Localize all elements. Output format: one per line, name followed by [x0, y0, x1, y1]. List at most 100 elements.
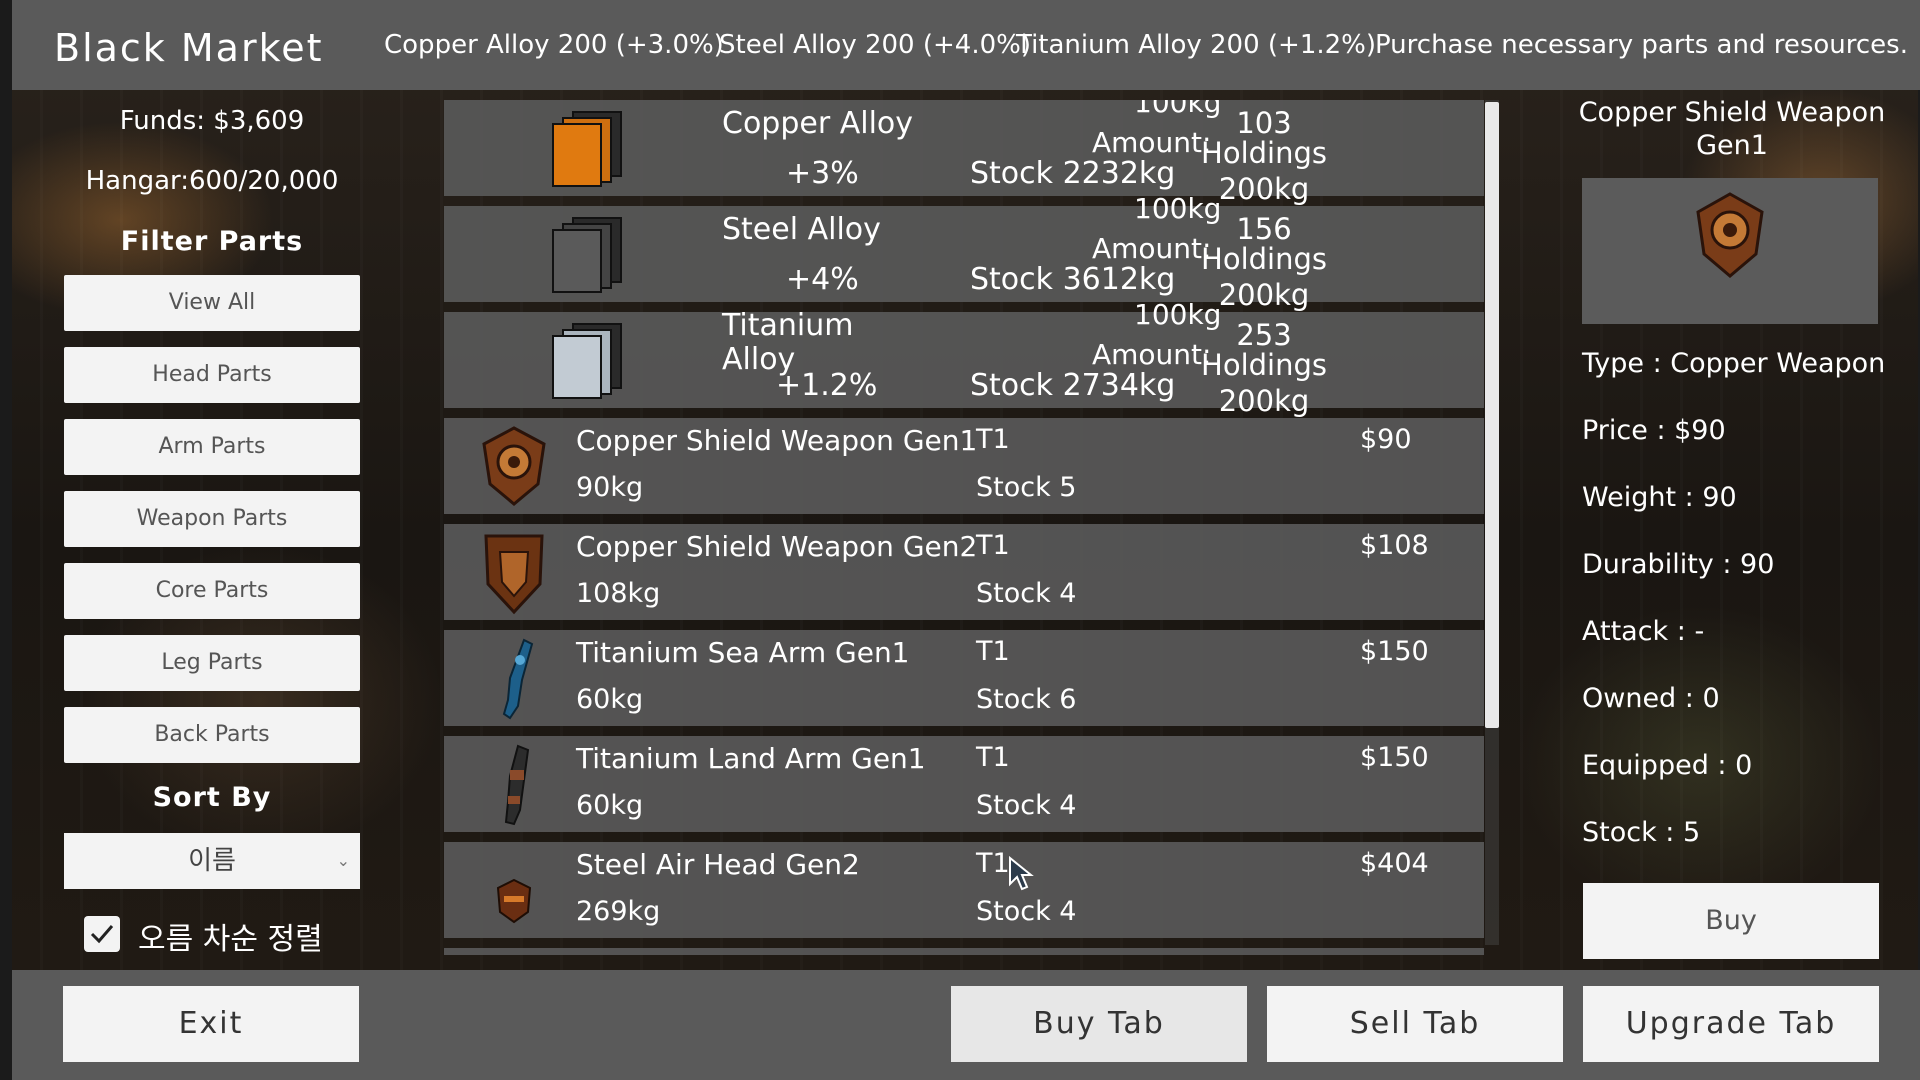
alloy-holdings-value: 253 — [1236, 318, 1292, 352]
market-item-list[interactable]: Copper Alloy +3% 100kg Amount: Stock 223… — [444, 100, 1486, 955]
list-scrollbar-thumb[interactable] — [1485, 102, 1499, 728]
hangar-capacity: Hangar:600/20,000 — [85, 166, 339, 196]
exit-button[interactable]: Exit — [63, 986, 359, 1062]
alloy-holdings-value: 103 — [1236, 106, 1292, 140]
steel-alloy-price-info: Steel Alloy 200 (+4.0%) — [719, 30, 1031, 60]
alloy-holdings-label: Holdings — [1201, 242, 1327, 276]
part-stock: Stock 6 — [976, 684, 1077, 715]
filter-heading: Filter Parts — [120, 226, 304, 257]
tab-sell[interactable]: Sell Tab — [1267, 986, 1563, 1062]
filter-core-parts-button[interactable]: Core Parts — [64, 563, 360, 619]
selected-item-title: Copper Shield Weapon Gen1 — [1578, 97, 1886, 161]
filter-leg-parts-button[interactable]: Leg Parts — [64, 635, 360, 691]
sea-arm-icon — [502, 638, 534, 720]
part-price: $90 — [1360, 424, 1412, 455]
part-row-titanium-sea-arm-gen1[interactable]: Titanium Sea Arm Gen1 60kg T1 Stock 6 $1… — [444, 630, 1484, 726]
funds-display: Funds: $3,609 — [119, 106, 305, 136]
part-price: $150 — [1360, 742, 1429, 773]
part-tier: T1 — [976, 742, 1010, 773]
bottom-bar: Exit Buy Tab Sell Tab Upgrade Tab — [12, 970, 1920, 1080]
alloy-bonus: +4% — [786, 262, 859, 297]
chevron-down-icon: ⌄ — [336, 851, 350, 870]
alloy-row-copper[interactable]: Copper Alloy +3% 100kg Amount: Stock 223… — [444, 100, 1484, 206]
selected-item-preview — [1582, 178, 1878, 324]
part-row-steel-air-head-gen2[interactable]: Steel Air Head Gen2 269kg T1 Stock 4 $40… — [444, 842, 1484, 938]
ascending-checkbox-label: 오름 차순 정렬 — [138, 922, 323, 957]
alloy-bonus: +1.2% — [776, 368, 878, 403]
filter-back-parts-button[interactable]: Back Parts — [64, 707, 360, 763]
part-price: $108 — [1360, 530, 1429, 561]
detail-attack: Attack : - — [1582, 616, 1705, 647]
detail-stock: Stock : 5 — [1582, 817, 1701, 848]
alloy-name: Copper Alloy — [722, 106, 914, 141]
part-name: Copper Shield Weapon Gen2 — [576, 530, 978, 563]
buy-button[interactable]: Buy — [1583, 883, 1879, 959]
filter-arm-parts-button[interactable]: Arm Parts — [64, 419, 360, 475]
header-tagline: Purchase necessary parts and resources. — [1374, 30, 1908, 60]
part-tier: T1 — [976, 848, 1010, 879]
part-weight: 90kg — [576, 472, 644, 503]
part-name: Titanium Sea Arm Gen1 — [576, 636, 910, 669]
sort-dropdown[interactable]: 이름 ⌄ — [64, 833, 360, 889]
air-head-icon — [496, 878, 532, 924]
part-stock: Stock 4 — [976, 790, 1077, 821]
copper-alloy-price-info: Copper Alloy 200 (+3.0%) — [384, 30, 724, 60]
alloy-holdings-weight: 200kg — [1218, 384, 1310, 418]
part-name: Steel Air Head Gen2 — [576, 848, 860, 881]
copper-alloy-sheets-icon — [552, 111, 622, 187]
detail-equipped: Equipped : 0 — [1582, 750, 1753, 781]
copper-shield-gen2-icon — [484, 534, 544, 615]
part-name: Copper Shield Weapon Gen1 — [576, 424, 978, 457]
window-frame-left — [0, 0, 12, 1080]
tab-upgrade[interactable]: Upgrade Tab — [1583, 986, 1879, 1062]
sort-dropdown-value: 이름 — [188, 846, 236, 876]
part-weight: 60kg — [576, 684, 644, 715]
detail-type: Type : Copper Weapon — [1582, 348, 1886, 379]
titanium-alloy-sheets-icon — [552, 323, 622, 399]
alloy-stock: Stock 2734kg — [970, 368, 1176, 403]
tab-buy[interactable]: Buy Tab — [951, 986, 1247, 1062]
detail-weight: Weight : 90 — [1582, 482, 1737, 513]
alloy-holdings-label: Holdings — [1201, 348, 1327, 382]
alloy-name-line1: Titanium — [722, 308, 854, 343]
part-weight: 108kg — [576, 578, 661, 609]
mouse-cursor-icon — [1009, 856, 1034, 891]
ascending-checkbox[interactable] — [84, 916, 120, 952]
detail-durability: Durability : 90 — [1582, 549, 1775, 580]
alloy-row-titanium[interactable]: Titanium Alloy +1.2% 100kg Amount: Stock… — [444, 298, 1484, 418]
part-row-copper-shield-gen1[interactable]: Copper Shield Weapon Gen1 90kg T1 Stock … — [444, 418, 1484, 514]
part-tier: T1 — [976, 636, 1010, 667]
alloy-row-steel[interactable]: Steel Alloy +4% 100kg Amount: Stock 3612… — [444, 192, 1484, 312]
detail-owned: Owned : 0 — [1582, 683, 1720, 714]
sort-heading: Sort By — [152, 782, 272, 813]
filter-view-all-button[interactable]: View All — [64, 275, 360, 331]
steel-alloy-sheets-icon — [552, 217, 622, 293]
header-bar: Black Market Copper Alloy 200 (+3.0%) St… — [12, 0, 1920, 90]
filter-weapon-parts-button[interactable]: Weapon Parts — [64, 491, 360, 547]
alloy-name: Steel Alloy — [722, 212, 881, 247]
part-row-copper-shield-gen2[interactable]: Copper Shield Weapon Gen2 108kg T1 Stock… — [444, 524, 1484, 620]
filter-sidebar: Funds: $3,609 Hangar:600/20,000 Filter P… — [12, 90, 442, 970]
item-detail-panel: Copper Shield Weapon Gen1 Type : Copper … — [1560, 90, 1920, 970]
part-row-partial[interactable] — [444, 948, 1484, 955]
part-stock: Stock 4 — [976, 578, 1077, 609]
part-price: $404 — [1360, 848, 1429, 879]
part-stock: Stock 4 — [976, 896, 1077, 927]
part-name: Titanium Land Arm Gen1 — [576, 742, 926, 775]
part-price: $150 — [1360, 636, 1429, 667]
copper-shield-icon — [1696, 192, 1764, 278]
part-tier: T1 — [976, 530, 1010, 561]
copper-shield-icon — [482, 426, 546, 506]
alloy-holdings-label: Holdings — [1201, 136, 1327, 170]
land-arm-icon — [504, 744, 530, 826]
filter-head-parts-button[interactable]: Head Parts — [64, 347, 360, 403]
titanium-alloy-price-info: Titanium Alloy 200 (+1.2%) — [1016, 30, 1377, 60]
part-row-titanium-land-arm-gen1[interactable]: Titanium Land Arm Gen1 60kg T1 Stock 4 $… — [444, 736, 1484, 832]
alloy-stock: Stock 2232kg — [970, 156, 1176, 191]
alloy-bonus: +3% — [786, 156, 859, 191]
page-title: Black Market — [54, 26, 324, 70]
part-tier: T1 — [976, 424, 1010, 455]
alloy-stock: Stock 3612kg — [970, 262, 1176, 297]
checkmark-icon — [90, 925, 114, 944]
part-weight: 269kg — [576, 896, 661, 927]
